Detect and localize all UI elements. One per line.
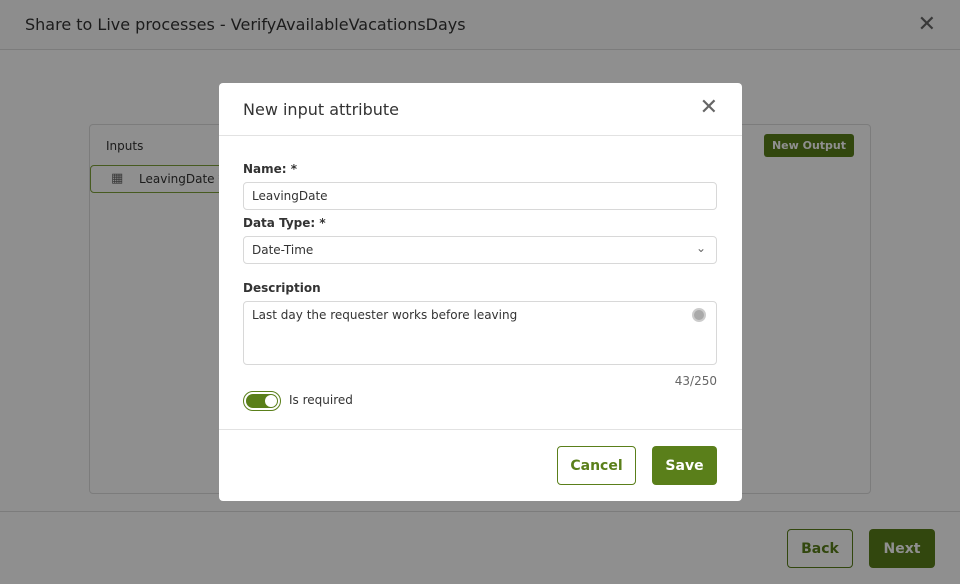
description-value: Last day the requester works before leav… (252, 308, 518, 322)
data-type-value: Date-Time (252, 243, 314, 257)
save-button[interactable]: Save (652, 446, 717, 485)
name-input[interactable]: LeavingDate (243, 182, 717, 210)
new-input-attribute-modal: New input attribute ✕ Name: * LeavingDat… (219, 83, 742, 501)
cancel-button[interactable]: Cancel (557, 446, 636, 485)
divider (219, 429, 742, 430)
name-label: Name: * (243, 162, 298, 176)
description-textarea[interactable]: Last day the requester works before leav… (243, 301, 717, 365)
chevron-down-icon: ⌄ (695, 241, 706, 255)
divider (219, 135, 742, 136)
modal-title: New input attribute (243, 100, 400, 119)
toggle-knob (265, 395, 277, 407)
description-label: Description (243, 281, 321, 295)
data-type-label: Data Type: * (243, 216, 326, 230)
emoji-icon[interactable] (692, 308, 706, 322)
is-required-label: Is required (289, 393, 353, 407)
data-type-select[interactable]: Date-Time ⌄ (243, 236, 717, 264)
close-icon[interactable]: ✕ (700, 95, 718, 120)
char-counter: 43/250 (674, 374, 717, 388)
is-required-toggle[interactable] (243, 391, 281, 411)
